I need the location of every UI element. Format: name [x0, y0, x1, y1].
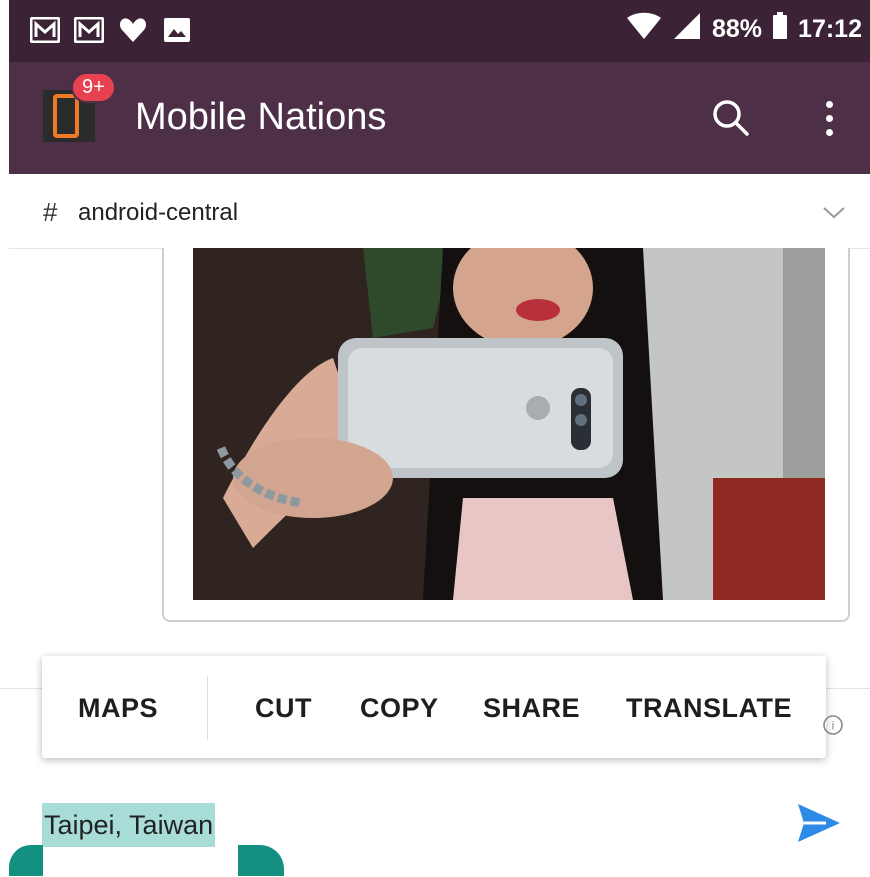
channel-name: android-central — [78, 199, 239, 226]
notification-icons — [29, 14, 193, 46]
battery-percent: 88% — [712, 15, 763, 43]
menu-item-share[interactable]: SHARE — [483, 693, 580, 724]
more-options-button[interactable] — [809, 94, 849, 142]
gmail-icon — [29, 14, 61, 46]
gmail-icon — [73, 14, 105, 46]
battery-icon — [772, 12, 788, 47]
more-vertical-icon-dot — [825, 128, 833, 136]
channel-header[interactable]: # android-central — [9, 174, 870, 249]
message-photo[interactable] — [193, 248, 825, 600]
menu-item-cut[interactable]: CUT — [255, 693, 312, 724]
image-icon — [161, 14, 193, 46]
photo-illustration — [193, 248, 825, 600]
status-bar: 88% 17:12 — [9, 0, 870, 62]
heart-icon — [117, 14, 149, 46]
search-icon — [707, 100, 755, 146]
info-icon: i — [822, 714, 844, 736]
menu-item-translate[interactable]: TRANSLATE — [626, 693, 792, 724]
send-icon — [798, 804, 840, 842]
signal-icon — [672, 12, 702, 47]
clock: 17:12 — [798, 15, 862, 43]
search-button[interactable] — [707, 94, 755, 142]
menu-item-maps[interactable]: MAPS — [78, 693, 158, 724]
menu-item-copy[interactable]: COPY — [360, 693, 439, 724]
text-selection-menu: MAPS CUT COPY SHARE TRANSLATE — [42, 656, 826, 758]
more-vertical-icon-dot — [825, 114, 833, 122]
message-input-selected-text[interactable]: Taipei, Taiwan — [42, 803, 216, 847]
team-title: Mobile Nations — [135, 96, 387, 138]
notification-badge: 9+ — [71, 72, 116, 103]
send-button[interactable] — [796, 802, 842, 844]
app-bar: 9+ Mobile Nations — [9, 62, 870, 174]
wifi-icon — [626, 12, 662, 47]
more-vertical-icon — [825, 100, 833, 108]
menu-divider — [207, 676, 208, 740]
svg-text:i: i — [832, 719, 835, 733]
status-indicators: 88% 17:12 — [626, 12, 862, 47]
chevron-down-icon[interactable] — [822, 200, 846, 224]
channel-hash: # — [43, 197, 58, 227]
